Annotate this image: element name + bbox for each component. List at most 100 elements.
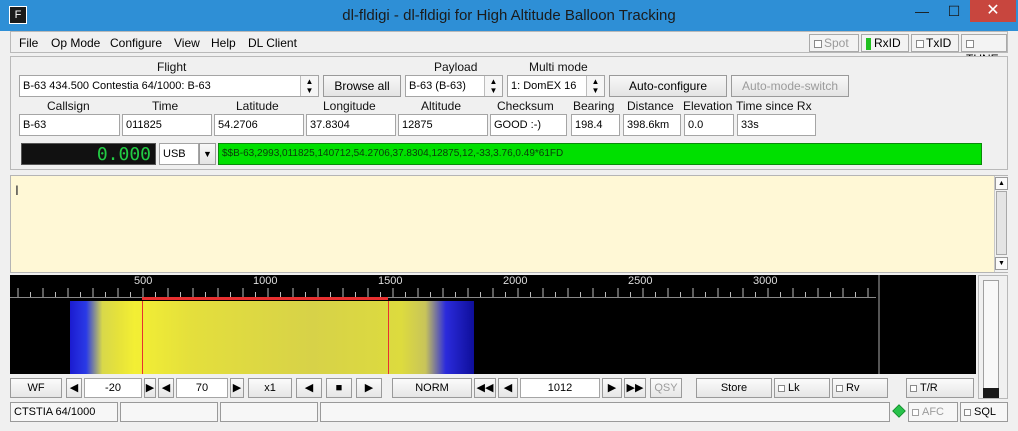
- active-indicator-icon: [866, 37, 871, 50]
- updown-arrow-icon: ▲ ▼: [484, 76, 502, 96]
- fast-forward-button[interactable]: ▶▶: [624, 378, 646, 398]
- menu-configure[interactable]: Configure: [110, 36, 162, 50]
- signal-trace: [70, 301, 474, 374]
- checkbox-icon: [966, 39, 974, 48]
- close-button[interactable]: ✕: [970, 0, 1016, 22]
- distance-field[interactable]: 398.6km: [623, 114, 681, 136]
- menu-op-mode[interactable]: Op Mode: [51, 36, 100, 50]
- ref-increase-button[interactable]: ▶: [144, 378, 156, 398]
- longitude-field[interactable]: 37.8304: [306, 114, 396, 136]
- range-field[interactable]: 70: [176, 378, 228, 398]
- triangle-right-icon: ▶: [607, 382, 617, 394]
- range-decrease-button[interactable]: ◀: [158, 378, 174, 398]
- updown-arrow-icon: ▲ ▼: [300, 76, 318, 96]
- scroll-thumb[interactable]: [983, 280, 999, 392]
- auto-mode-switch-button[interactable]: Auto-mode-switch: [731, 75, 849, 97]
- frequency-scale: 500 1000 1500 2000 2500 3000: [10, 275, 876, 300]
- mode-dropdown-button[interactable]: ▼: [199, 143, 216, 165]
- qsy-button[interactable]: QSY: [650, 378, 682, 398]
- speed-button[interactable]: NORM: [392, 378, 472, 398]
- callsign-label: Callsign: [47, 99, 90, 113]
- spot-toggle[interactable]: Spot: [809, 34, 859, 52]
- minimize-button[interactable]: —: [906, 0, 938, 22]
- triangle-left-icon: ◀: [69, 382, 79, 394]
- auto-configure-button[interactable]: Auto-configure: [609, 75, 727, 97]
- checksum-field[interactable]: GOOD :-): [490, 114, 567, 136]
- status-field-1: [120, 402, 218, 422]
- shift-right-button[interactable]: ▶: [356, 378, 382, 398]
- payload-select[interactable]: B-63 (B-63) ▲ ▼: [405, 75, 503, 97]
- bearing-field[interactable]: 198.4: [571, 114, 620, 136]
- triangle-right-icon: ▶: [232, 382, 242, 394]
- altitude-field[interactable]: 12875: [398, 114, 488, 136]
- step-forward-button[interactable]: ▶: [602, 378, 622, 398]
- scroll-down-icon[interactable]: [983, 388, 999, 398]
- browse-all-button[interactable]: Browse all: [323, 75, 401, 97]
- elevation-field[interactable]: 0.0: [684, 114, 734, 136]
- distance-label: Distance: [627, 99, 674, 113]
- menu-dl-client[interactable]: DL Client: [248, 36, 297, 50]
- menu-view[interactable]: View: [174, 36, 200, 50]
- wf-mode-button[interactable]: WF: [10, 378, 62, 398]
- zoom-button[interactable]: x1: [248, 378, 292, 398]
- shift-left-button[interactable]: ◀: [296, 378, 322, 398]
- latitude-field[interactable]: 54.2706: [214, 114, 304, 136]
- afc-toggle[interactable]: AFC: [908, 402, 958, 422]
- flight-panel: Flight Payload Multi mode B-63 434.500 C…: [10, 56, 1008, 170]
- step-back-button[interactable]: ◀: [498, 378, 518, 398]
- fast-back-button[interactable]: ◀◀: [474, 378, 496, 398]
- flight-select[interactable]: B-63 434.500 Contestia 64/1000: B-63 ▲ ▼: [19, 75, 319, 97]
- tr-label: T/R: [920, 382, 938, 394]
- triangle-right-icon: ▶: [145, 382, 155, 394]
- rx-scrollbar[interactable]: ▲ ▼: [994, 176, 1008, 272]
- tr-toggle[interactable]: T/R: [906, 378, 974, 398]
- multimode-select[interactable]: 1: DomEX 16 ▲ ▼: [507, 75, 605, 97]
- checkbox-icon: [814, 39, 822, 48]
- carrier-field[interactable]: 1012: [520, 378, 600, 398]
- menu-help[interactable]: Help: [211, 36, 236, 50]
- txid-toggle[interactable]: TxID: [911, 34, 959, 52]
- raw-telemetry-line: $$B-63,2993,011825,140712,54.2706,37.830…: [218, 143, 982, 165]
- fast-forward-icon: ▶▶: [626, 382, 644, 394]
- center-button[interactable]: ■: [326, 378, 352, 398]
- callsign-field[interactable]: B-63: [19, 114, 120, 136]
- text-cursor-icon: I: [15, 182, 19, 198]
- waterfall-right-panel: [878, 275, 976, 374]
- rx-text-area[interactable]: I ▲ ▼: [10, 175, 1008, 273]
- menu-file[interactable]: File: [19, 36, 38, 50]
- flight-label: Flight: [157, 60, 187, 74]
- ref-level-field[interactable]: -20: [84, 378, 142, 398]
- reverse-toggle[interactable]: Rv: [832, 378, 888, 398]
- mode-select[interactable]: USB: [159, 143, 199, 165]
- lock-toggle[interactable]: Lk: [774, 378, 830, 398]
- frequency-display[interactable]: 0.000: [21, 143, 156, 165]
- scroll-up-icon[interactable]: ▲: [995, 177, 1008, 190]
- time-field[interactable]: 011825: [122, 114, 212, 136]
- maximize-button[interactable]: ☐: [938, 0, 970, 22]
- store-button[interactable]: Store: [696, 378, 772, 398]
- status-field-2: [220, 402, 318, 422]
- chevron-down-icon: ▼: [203, 149, 212, 159]
- txid-label: TxID: [926, 36, 952, 50]
- signal-indicator-icon: [892, 404, 906, 418]
- ref-decrease-button[interactable]: ◀: [66, 378, 82, 398]
- scroll-thumb[interactable]: [996, 191, 1007, 255]
- bandwidth-marker: [142, 297, 388, 300]
- triangle-left-icon: ◀: [161, 382, 171, 394]
- payload-label: Payload: [434, 60, 478, 74]
- cursor-right-edge: [388, 301, 389, 374]
- waterfall-scrollbar[interactable]: [978, 275, 1008, 399]
- scroll-down-icon[interactable]: ▼: [995, 257, 1008, 270]
- waterfall-display[interactable]: [10, 301, 876, 374]
- window-title: dl-fldigi - dl-fldigi for High Altitude …: [342, 7, 676, 24]
- tune-toggle[interactable]: TUNE: [961, 34, 1007, 66]
- updown-arrow-icon: ▲ ▼: [586, 76, 604, 96]
- time-since-field[interactable]: 33s: [737, 114, 816, 136]
- sql-toggle[interactable]: SQL: [960, 402, 1008, 422]
- checksum-label: Checksum: [497, 99, 554, 113]
- flight-select-value: B-63 434.500 Contestia 64/1000: B-63: [23, 80, 211, 92]
- bearing-label: Bearing: [573, 99, 615, 113]
- rxid-toggle[interactable]: RxID: [861, 34, 909, 52]
- time-label: Time: [152, 99, 179, 113]
- range-increase-button[interactable]: ▶: [230, 378, 244, 398]
